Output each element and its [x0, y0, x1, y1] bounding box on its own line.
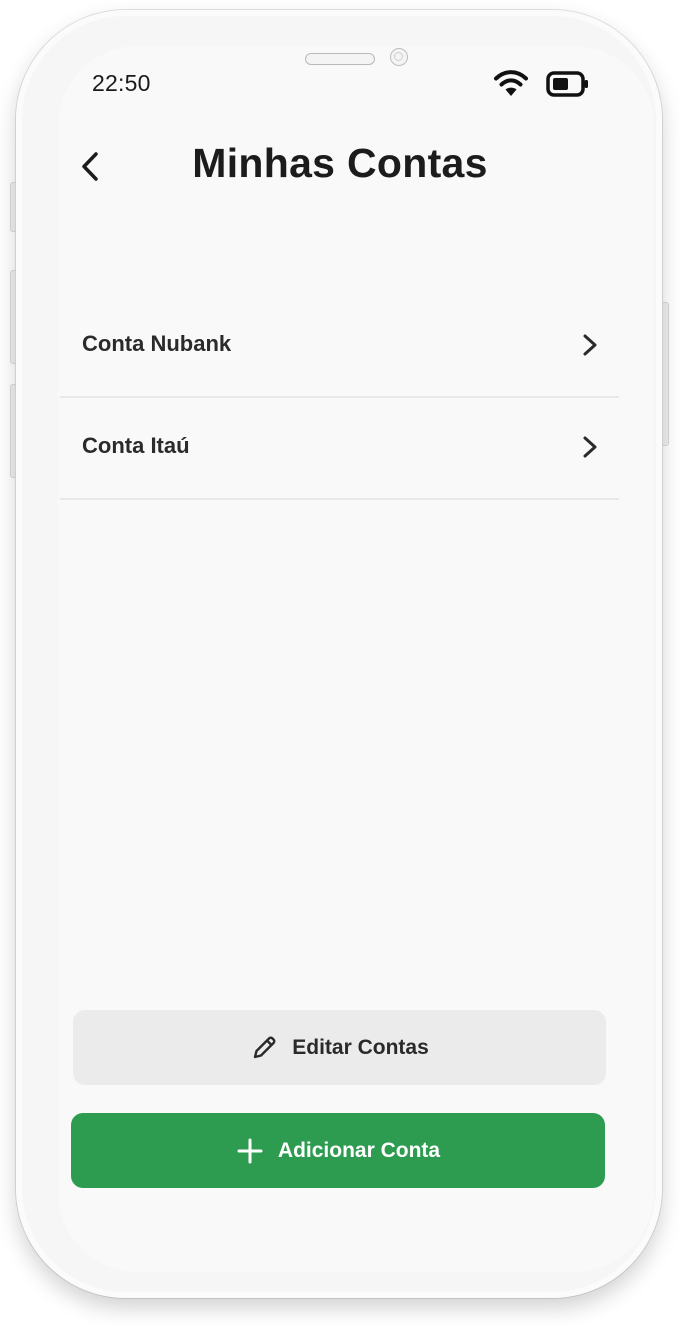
chevron-left-icon [82, 152, 98, 181]
add-account-label: Adicionar Conta [277, 1138, 441, 1162]
phone-frame [16, 10, 662, 1298]
add-account-button[interactable]: Adicionar Conta [71, 1113, 605, 1188]
page-title: Minhas Contas [192, 140, 488, 186]
wifi-icon [494, 70, 528, 96]
pencil-icon [254, 1036, 276, 1058]
edit-accounts-button[interactable]: Editar Contas [73, 1010, 606, 1085]
status-time: 22:50 [92, 70, 151, 96]
plus-icon [237, 1138, 263, 1163]
edit-accounts-label: Editar Contas [292, 1035, 429, 1059]
chevron-right-icon [583, 436, 597, 458]
front-camera [390, 48, 408, 66]
app-screen [58, 46, 654, 1272]
device-mockup: 22:50 Minhas Contas Conta Nubank Conta I… [0, 0, 680, 1325]
battery-icon [546, 71, 588, 97]
list-item-conta-itau[interactable]: Conta Itaú [60, 398, 619, 500]
back-button[interactable] [72, 145, 112, 189]
account-label: Conta Nubank [82, 331, 232, 356]
account-label: Conta Itaú [82, 433, 190, 458]
account-list: Conta Nubank Conta Itaú [60, 296, 619, 500]
earpiece-speaker [305, 53, 375, 65]
list-item-conta-nubank[interactable]: Conta Nubank [60, 296, 619, 398]
chevron-right-icon [583, 334, 597, 356]
